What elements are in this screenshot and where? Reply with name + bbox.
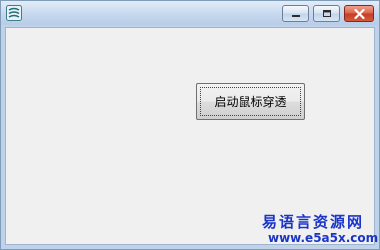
start-mouse-passthrough-button[interactable]: 启动鼠标穿透	[196, 83, 305, 120]
title-bar[interactable]	[1, 1, 379, 25]
close-icon	[353, 8, 365, 19]
maximize-button[interactable]	[313, 5, 340, 22]
maximize-icon	[322, 10, 331, 17]
app-swirl-icon[interactable]	[6, 5, 22, 21]
watermark-site-name: 易语言资源网	[262, 213, 365, 231]
minimize-icon	[291, 14, 300, 17]
minimize-button[interactable]	[282, 5, 309, 22]
watermark-url: www.e5a5x.com	[268, 231, 379, 245]
close-button[interactable]	[344, 5, 374, 22]
